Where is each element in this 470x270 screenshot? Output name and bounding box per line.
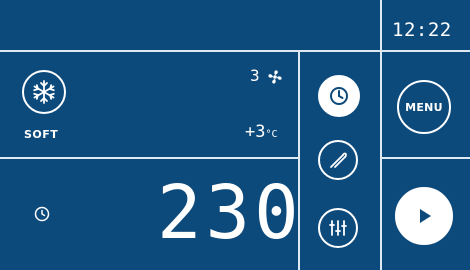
timer-button[interactable] [318,75,360,117]
fan-icon [268,70,282,84]
temperature-number: +3 [245,122,266,142]
mode-label: SOFT [24,128,59,141]
timer-display: 230 [157,170,303,256]
sliders-icon [329,220,347,236]
start-button[interactable] [395,187,453,245]
probe-icon [330,152,347,168]
divider-right-middle [380,157,470,159]
menu-button[interactable]: MENU [397,80,451,134]
divider-top [0,50,470,52]
current-time: 12:22 [392,19,452,41]
temperature-unit: °C [265,129,278,140]
probe-button[interactable] [318,140,358,180]
mode-button[interactable] [22,70,66,114]
clock-icon [330,87,348,105]
control-panel: 12:22 SOFT 3 +3°C 230 MENU [0,0,470,270]
temperature-value: +3°C [245,122,278,142]
menu-button-label: MENU [405,100,443,114]
settings-button[interactable] [318,208,358,248]
snowflake-icon [33,80,55,104]
clock-icon [34,206,50,222]
fan-level: 3 [250,66,260,85]
divider-vertical-right [380,0,382,270]
play-icon [420,209,431,223]
divider-left-middle [0,157,298,159]
